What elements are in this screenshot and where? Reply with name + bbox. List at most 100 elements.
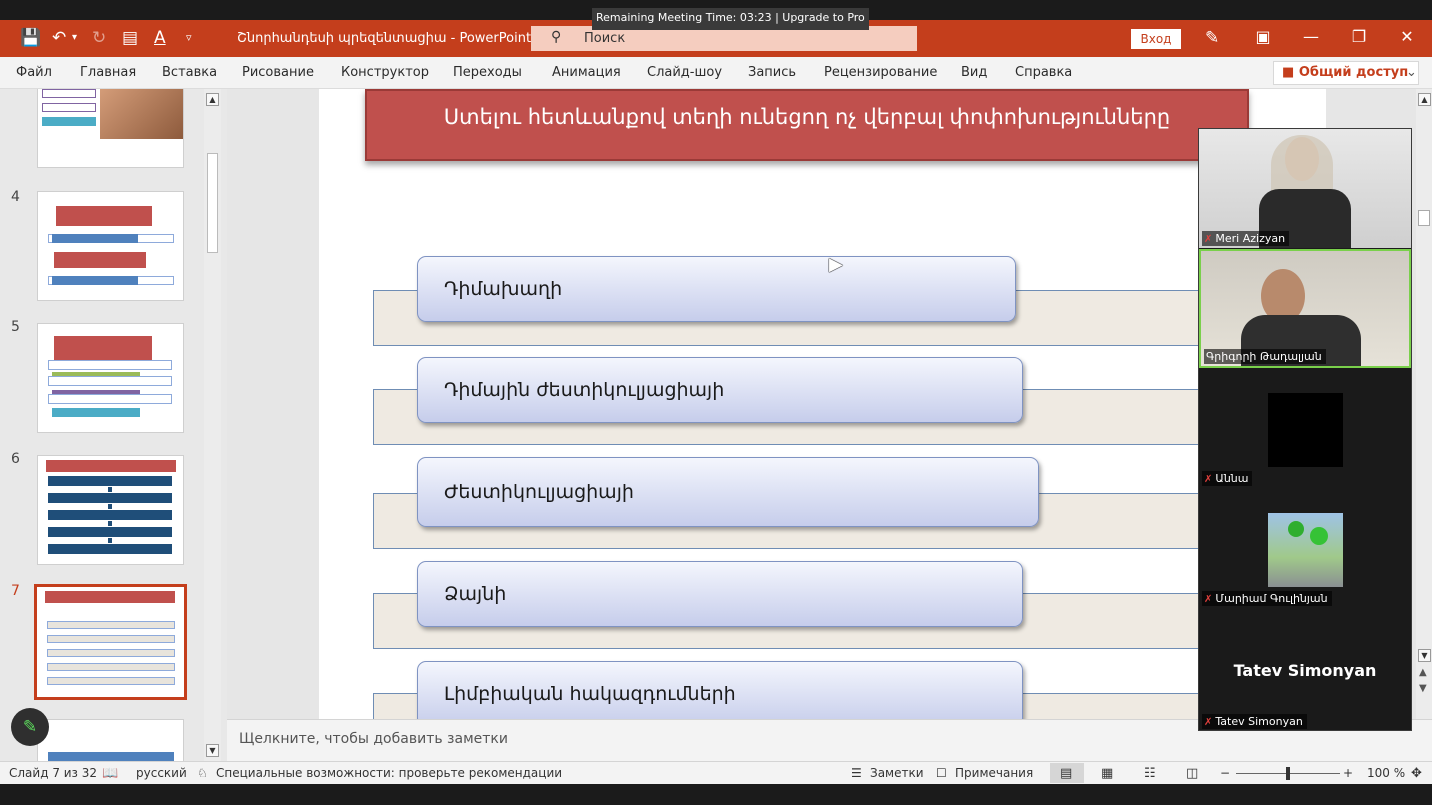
balloon-shape <box>1288 521 1304 537</box>
scrollbar-thumb[interactable] <box>1418 210 1430 226</box>
tab-help[interactable]: Справка <box>1015 65 1072 80</box>
slide-sorter-icon[interactable]: ▦ <box>1101 766 1113 781</box>
scroll-up-icon[interactable]: ▲ <box>206 93 219 106</box>
redo-icon[interactable]: ↻ <box>92 27 106 49</box>
scroll-down-icon[interactable]: ▼ <box>206 744 219 757</box>
slide-title[interactable]: Ստելու հետևանքով տեղի ունեցող ոչ վերբալ … <box>365 89 1249 161</box>
meeting-participants-panel: ✗ Meri Azizyan Գրիգորի Թադալյան ✗ Աննա ✗ Մա… <box>1198 128 1412 731</box>
zoom-slider-thumb[interactable] <box>1286 767 1290 780</box>
comments-icon[interactable]: ☐ <box>936 766 947 780</box>
thumbnails-scrollbar[interactable]: ▲ ▼ <box>204 89 221 761</box>
accessibility-status[interactable]: Специальные возможности: проверьте реком… <box>216 766 562 780</box>
thumb-shape <box>48 527 172 537</box>
mouse-cursor-icon: ▶ <box>829 254 843 275</box>
participant-tile[interactable]: Tatev Simonyan ✗ Tatev Simonyan <box>1199 609 1411 730</box>
participant-name: Tatev Simonyan <box>1215 715 1303 728</box>
scrollbar-thumb[interactable] <box>207 153 218 253</box>
slide-number-7: 7 <box>11 583 20 599</box>
zoom-level[interactable]: 100 % <box>1367 766 1405 780</box>
presentation-icon[interactable]: ▤ <box>122 27 138 49</box>
participant-tile[interactable]: ✗ Աննա <box>1199 369 1411 488</box>
balloon-shape <box>1310 527 1328 545</box>
slide-thumbnail-8[interactable] <box>37 719 184 761</box>
search-icon: ⚲ <box>551 29 562 45</box>
maximize-icon[interactable]: ❐ <box>1347 27 1371 46</box>
thumb-shape <box>47 649 175 657</box>
share-button[interactable]: ■ Общий доступ ⌄ <box>1273 61 1419 85</box>
tab-design[interactable]: Конструктор <box>341 65 429 80</box>
participant-label: ✗ Tatev Simonyan <box>1202 714 1307 729</box>
participant-name: Մարիամ Գուլինյան <box>1215 592 1328 605</box>
scroll-up-icon[interactable]: ▲ <box>1418 93 1431 106</box>
participant-tile[interactable]: ✗ Մարիամ Գուլինյան <box>1199 489 1411 608</box>
tab-view[interactable]: Вид <box>961 65 987 80</box>
participant-label: Գրիգորի Թադալյան <box>1204 349 1326 364</box>
slide-thumbnail-4[interactable] <box>37 191 184 301</box>
tab-file[interactable]: Файл <box>16 65 52 80</box>
spellcheck-icon[interactable]: 📖 <box>102 766 118 781</box>
search-placeholder: Поиск <box>584 31 626 46</box>
slide-thumbnail-3[interactable] <box>37 89 184 168</box>
thumb-shape <box>52 408 140 417</box>
pen-designer-icon[interactable]: ✎ <box>1205 27 1219 49</box>
participant-tile[interactable]: Գրիգորի Թադալյան <box>1199 249 1411 368</box>
slide-item-1[interactable]: Դիմախաղի <box>417 256 1016 322</box>
login-button[interactable]: Вход <box>1131 29 1181 49</box>
customize-toolbar-icon[interactable]: ▿ <box>186 27 192 49</box>
slide-thumbnail-6[interactable] <box>37 455 184 565</box>
thumb-shape <box>48 752 174 761</box>
tab-record[interactable]: Запись <box>748 65 796 80</box>
slide-item-3[interactable]: Ժեստիկուլյացիայի <box>417 457 1039 527</box>
editor-scrollbar[interactable]: ▲ ▼ ▲ ▼ <box>1416 89 1432 719</box>
document-title: Շնորհանդեսի պրեզենտացիա - PowerPoint <box>237 31 532 46</box>
slide-item-5[interactable]: Լիմբիական հակազդումների <box>417 661 1023 719</box>
notes-icon[interactable]: ☰ <box>851 766 862 780</box>
annotation-pen-icon[interactable]: ✎ <box>11 708 49 746</box>
current-slide: Ստելու հետևանքով տեղի ունեցող ոչ վերբալ … <box>319 89 1326 719</box>
next-slide-icon[interactable]: ▼ <box>1419 683 1427 694</box>
close-icon[interactable]: ✕ <box>1395 27 1419 46</box>
participant-avatar <box>1268 393 1343 467</box>
comments-button[interactable]: Примечания <box>955 766 1033 780</box>
slide-thumbnail-5[interactable] <box>37 323 184 433</box>
zoom-out-icon[interactable]: − <box>1220 766 1230 780</box>
participant-tile[interactable]: ✗ Meri Azizyan <box>1199 129 1411 248</box>
tab-transitions[interactable]: Переходы <box>453 65 522 80</box>
fit-to-window-icon[interactable]: ✥ <box>1411 766 1422 781</box>
save-icon[interactable]: 💾 <box>20 27 41 49</box>
zoom-in-icon[interactable]: + <box>1343 766 1353 780</box>
participant-display-name: Tatev Simonyan <box>1233 661 1377 680</box>
slide-number-6: 6 <box>11 451 20 467</box>
slide-item-2[interactable]: Դիմային ժեստիկուլյացիայի <box>417 357 1023 423</box>
ribbon-display-icon[interactable]: ▣ <box>1251 27 1275 46</box>
accessibility-icon[interactable]: ♘ <box>197 766 208 780</box>
undo-dropdown-icon[interactable]: ▾ <box>72 27 77 49</box>
slide-thumbnail-7[interactable] <box>34 584 187 700</box>
minimize-icon[interactable]: — <box>1299 27 1323 46</box>
font-color-icon[interactable]: A <box>154 27 166 49</box>
thumb-shape <box>42 117 96 126</box>
previous-slide-icon[interactable]: ▲ <box>1419 667 1427 678</box>
mic-muted-icon: ✗ <box>1204 594 1213 605</box>
reading-view-icon[interactable]: ☷ <box>1144 766 1156 781</box>
thumb-shape <box>42 89 96 98</box>
scroll-down-icon[interactable]: ▼ <box>1418 649 1431 662</box>
tab-animations[interactable]: Анимация <box>552 65 621 80</box>
slideshow-view-icon[interactable]: ◫ <box>1186 766 1198 781</box>
thumb-shape <box>48 394 172 404</box>
share-icon: ■ <box>1282 65 1299 80</box>
slide-item-4[interactable]: Ձայնի <box>417 561 1023 627</box>
notes-placeholder: Щелкните, чтобы добавить заметки <box>239 731 508 747</box>
tab-draw[interactable]: Рисование <box>242 65 314 80</box>
language-indicator[interactable]: русский <box>136 766 187 780</box>
tab-insert[interactable]: Вставка <box>162 65 217 80</box>
tab-review[interactable]: Рецензирование <box>824 65 937 80</box>
undo-icon[interactable]: ↶ <box>52 27 66 49</box>
meeting-timer[interactable]: Remaining Meeting Time: 03:23 | Upgrade … <box>592 8 869 30</box>
normal-view-icon[interactable]: ▤ <box>1060 766 1072 781</box>
thumb-shape <box>48 476 172 486</box>
tab-slideshow[interactable]: Слайд-шоу <box>647 65 722 80</box>
notes-button[interactable]: Заметки <box>870 766 924 780</box>
tab-home[interactable]: Главная <box>80 65 136 80</box>
participant-name: Գրիգորի Թադալյան <box>1206 350 1322 363</box>
